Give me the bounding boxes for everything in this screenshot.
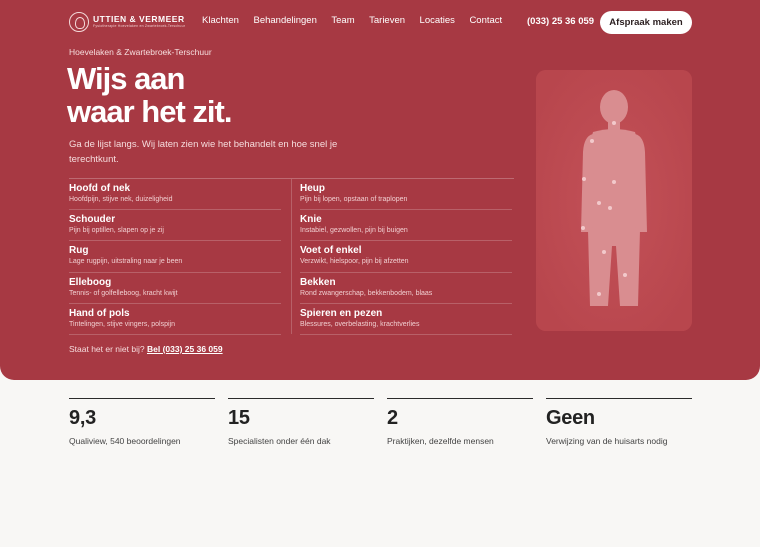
complaint-desc: Instabiel, gezwollen, pijn bij buigen [300, 227, 408, 235]
complaint-title: Rug [69, 245, 89, 257]
complaint-title: Spieren en pezen [300, 307, 383, 319]
call-link[interactable]: Bel (033) 25 36 059 [147, 344, 223, 354]
complaint-desc: Blessures, overbelasting, krachtverlies [300, 320, 420, 328]
complaint-item-hand-pols[interactable]: Hand of pols Tintelingen, stijve vingers… [69, 304, 281, 335]
nav-item-klachten[interactable]: Klachten [202, 15, 239, 26]
stat-value: 15 [228, 407, 250, 429]
complaint-item-voet-enkel[interactable]: Voet of enkel Verzwikt, hielspoor, pijn … [300, 241, 512, 273]
brand-name: UTTIEN & VERMEER [93, 14, 185, 24]
complaint-item-hoofd-nek[interactable]: Hoofd of nek Hoofdpijn, stijve nek, duiz… [69, 179, 281, 211]
column-divider [291, 179, 292, 334]
main-nav: Klachten Behandelingen Team Tarieven Loc… [202, 15, 517, 26]
complaint-desc: Verzwikt, hielspoor, pijn bij afzetten [300, 258, 409, 266]
hero-section: UTTIEN & VERMEER Fysiotherapie Hoevelake… [0, 0, 760, 380]
stat-value: 9,3 [69, 407, 96, 429]
hotspot-shoulder[interactable] [590, 139, 594, 143]
complaint-item-bekken[interactable]: Bekken Rond zwangerschap, bekkenbodem, b… [300, 273, 512, 304]
complaints-column-left: Hoofd of nek Hoofdpijn, stijve nek, duiz… [69, 179, 281, 335]
hotspot-head[interactable] [612, 121, 616, 125]
stat-value: 2 [387, 407, 398, 429]
call-note: Staat het er niet bij? Bel (033) 25 36 0… [69, 344, 223, 354]
hotspot-foot[interactable] [597, 292, 601, 296]
stat-label: Verwijzing van de huisarts nodig [546, 436, 668, 446]
nav-item-contact[interactable]: Contact [469, 15, 502, 26]
intro-text: Ga de lijst langs. Wij laten zien wie he… [69, 139, 338, 165]
complaint-title: Voet of enkel [300, 245, 362, 257]
brand-tagline: Fysiotherapie Hoevelaken en Zwartebroek-… [93, 24, 186, 28]
nav-item-team[interactable]: Team [331, 15, 354, 26]
stat-specialists: 15 Specialisten onder één dak [228, 398, 374, 446]
complaints-list: Hoofd of nek Hoofdpijn, stijve nek, duiz… [69, 178, 514, 335]
complaint-desc: Tintelingen, stijve vingers, polspijn [69, 320, 175, 328]
appointment-button[interactable]: Afspraak maken [600, 11, 692, 34]
complaint-item-heup[interactable]: Heup Pijn bij lopen, opstaan of traplope… [300, 179, 512, 211]
complaint-desc: Rond zwangerschap, bekkenbodem, blaas [300, 289, 433, 297]
complaint-title: Schouder [69, 214, 116, 226]
stat-practices: 2 Praktijken, dezelfde mensen [387, 398, 533, 446]
complaint-title: Hoofd of nek [69, 183, 131, 194]
complaint-item-elleboog[interactable]: Elleboog Tennis- of golfelleboog, kracht… [69, 273, 281, 304]
headline-line-2: waar het zit. [67, 94, 232, 129]
stat-label: Qualiview, 540 beoordelingen [69, 436, 181, 446]
complaint-item-schouder[interactable]: Schouder Pijn bij optillen, slapen op je… [69, 210, 281, 242]
complaint-title: Hand of pols [69, 307, 130, 319]
page-title: Wijs aan waar het zit. [67, 61, 232, 129]
complaint-desc: Tennis- of golfelleboog, kracht kwijt [69, 289, 178, 297]
complaint-title: Elleboog [69, 276, 112, 288]
hotspot-elbow[interactable] [582, 177, 586, 181]
hotspot-hip[interactable] [608, 206, 612, 210]
complaint-item-knie[interactable]: Knie Instabiel, gezwollen, pijn bij buig… [300, 210, 512, 242]
body-map-panel [536, 70, 692, 331]
hotspot-hand[interactable] [581, 226, 585, 230]
logo[interactable]: UTTIEN & VERMEER Fysiotherapie Hoevelake… [69, 12, 185, 32]
nav-item-behandelingen[interactable]: Behandelingen [253, 15, 316, 26]
location-label: Hoevelaken & Zwartebroek-Terschuur [69, 47, 212, 57]
complaint-title: Knie [300, 214, 322, 226]
stat-value: Geen [546, 407, 595, 429]
nav-item-tarieven[interactable]: Tarieven [369, 15, 405, 26]
nav-item-locaties[interactable]: Locaties [420, 15, 455, 26]
call-note-text: Staat het er niet bij? [69, 344, 145, 354]
stat-rating: 9,3 Qualiview, 540 beoordelingen [69, 398, 215, 446]
body-figure [536, 70, 692, 331]
complaint-title: Heup [300, 183, 325, 194]
complaint-title: Bekken [300, 276, 336, 288]
hotspot-shin[interactable] [623, 273, 627, 277]
complaint-item-spieren-pezen[interactable]: Spieren en pezen Blessures, overbelastin… [300, 304, 512, 335]
stat-label: Specialisten onder één dak [228, 436, 331, 446]
hotspot-knee[interactable] [602, 250, 606, 254]
complaint-desc: Pijn bij lopen, opstaan of traplopen [300, 196, 408, 203]
complaint-item-rug[interactable]: Rug Lage rugpijn, uitstraling naar je be… [69, 241, 281, 273]
complaint-desc: Pijn bij optillen, slapen op je zij [69, 227, 164, 235]
complaint-desc: Hoofdpijn, stijve nek, duizeligheid [69, 196, 173, 203]
stat-referral: Geen Verwijzing van de huisarts nodig [546, 398, 692, 446]
header-phone-link[interactable]: (033) 25 36 059 [527, 16, 594, 27]
stat-label: Praktijken, dezelfde mensen [387, 436, 494, 446]
hotspot-pelvis[interactable] [597, 201, 601, 205]
complaints-column-right: Heup Pijn bij lopen, opstaan of traplope… [300, 179, 512, 335]
logo-icon [69, 12, 89, 32]
complaint-desc: Lage rugpijn, uitstraling naar je been [69, 258, 183, 266]
hotspot-back[interactable] [612, 180, 616, 184]
headline-line-1: Wijs aan [67, 61, 185, 96]
